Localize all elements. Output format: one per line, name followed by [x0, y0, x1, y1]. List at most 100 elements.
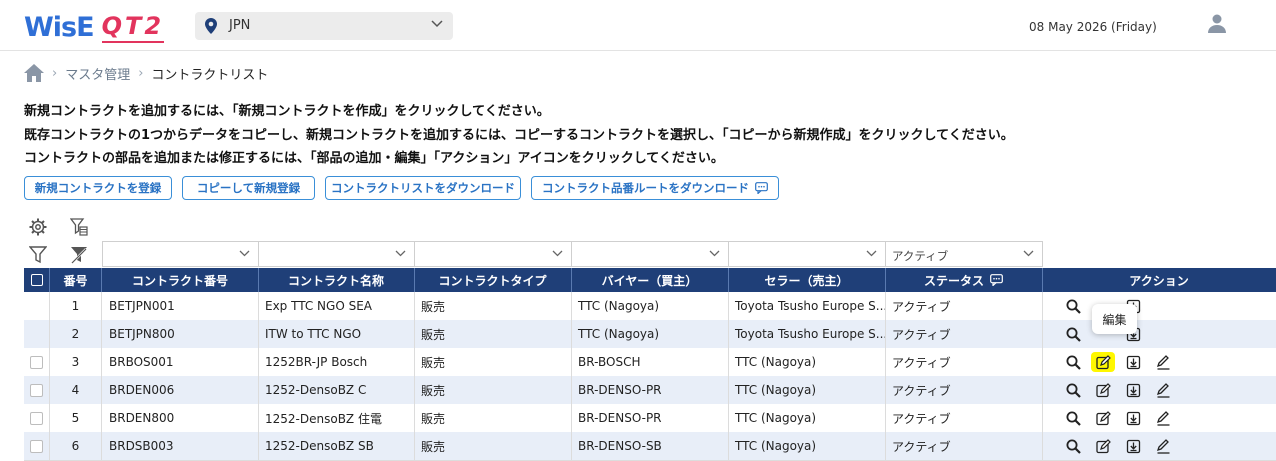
header-contract-code[interactable]: コントラクト番号: [102, 268, 259, 292]
cell-contract-code: BRBOS001: [102, 348, 259, 376]
filter-seller[interactable]: [728, 241, 886, 267]
select-all-checkbox[interactable]: [30, 274, 43, 286]
row-checkbox[interactable]: [30, 411, 43, 425]
download-button[interactable]: [1118, 435, 1148, 457]
download-list-button[interactable]: コントラクトリストをダウンロード: [325, 176, 521, 200]
table-row[interactable]: 1 BETJPN001 Exp TTC NGO SEA 販売 TTC (Nagoya) T…: [24, 292, 1276, 321]
view-button[interactable]: [1058, 407, 1088, 429]
download-icon: [1126, 355, 1140, 369]
home-icon[interactable]: [24, 64, 44, 82]
download-button[interactable]: [1118, 351, 1148, 373]
header-buyer[interactable]: バイヤー（買主）: [571, 268, 729, 292]
cell-actions: [1042, 292, 1276, 320]
view-button[interactable]: [1058, 295, 1088, 317]
comment-icon: [755, 182, 768, 194]
table-row[interactable]: 5 BRDEN800 1252-DensoBZ 住電 販売 BR-DENSO-PR TTC…: [24, 404, 1276, 433]
breadcrumb-separator: ›: [138, 65, 144, 81]
edit-parts-button[interactable]: [1088, 407, 1118, 429]
clear-filter-icon[interactable]: [70, 246, 88, 264]
download-route-label: コントラクト品番ルートをダウンロード: [542, 181, 749, 195]
chevron-down-icon: [239, 250, 250, 257]
user-icon[interactable]: [1208, 14, 1226, 34]
download-button[interactable]: [1118, 407, 1148, 429]
search-icon: [1066, 411, 1081, 426]
header-contract-name[interactable]: コントラクト名称: [258, 268, 415, 292]
view-button[interactable]: [1058, 379, 1088, 401]
search-icon: [1066, 439, 1081, 454]
row-select-cell: [24, 320, 50, 348]
header-status-label: ステータス: [923, 273, 984, 288]
cell-contract-type: 販売: [414, 320, 572, 348]
row-select-cell: [24, 432, 50, 460]
column-filter-icon[interactable]: [70, 218, 88, 236]
breadcrumb-current: コントラクトリスト: [151, 67, 269, 83]
view-button[interactable]: [1058, 351, 1088, 373]
header-status[interactable]: ステータス: [885, 268, 1043, 292]
search-icon: [1066, 383, 1081, 398]
breadcrumb: › マスタ管理 › コントラクトリスト: [24, 62, 268, 84]
cell-seller: TTC (Nagoya): [728, 348, 886, 376]
table-row[interactable]: 4 BRDEN006 1252-DensoBZ C 販売 BR-DENSO-PR TTC …: [24, 376, 1276, 405]
table-row[interactable]: 6 BRDSB003 1252-DensoBZ SB 販売 BR-DENSO-SB TTC…: [24, 432, 1276, 461]
header-action: アクション: [1129, 273, 1189, 288]
table-row[interactable]: 3 BRBOS001 1252BR-JP Bosch 販売 BR-BOSCH TTC (N…: [24, 348, 1276, 377]
row-checkbox[interactable]: [30, 355, 43, 369]
cell-buyer: BR-DENSO-PR: [571, 376, 729, 404]
cell-number: 1: [50, 292, 102, 320]
breadcrumb-master[interactable]: マスタ管理: [65, 64, 130, 83]
filter-status[interactable]: アクティブ: [885, 241, 1043, 267]
cell-number: 6: [50, 432, 102, 460]
app-logo[interactable]: WisE QT2: [24, 9, 165, 43]
view-button[interactable]: [1058, 323, 1088, 345]
select-all-cell: [24, 268, 50, 292]
new-contract-button[interactable]: 新規コントラクトを登録: [24, 176, 172, 200]
gear-icon[interactable]: [29, 218, 47, 236]
table-row[interactable]: 2 BETJPN800 ITW to TTC NGO 販売 TTC (Nagoya) To…: [24, 320, 1276, 349]
edit-parts-button[interactable]: [1088, 351, 1118, 373]
filter-contract-type[interactable]: [414, 241, 572, 267]
download-route-button[interactable]: コントラクト品番ルートをダウンロード: [531, 176, 779, 200]
cell-contract-type: 販売: [414, 404, 572, 432]
edit-icon: [1095, 354, 1111, 369]
edit-icon: [1095, 438, 1111, 453]
country-select[interactable]: JPN: [195, 12, 453, 40]
row-checkbox[interactable]: [30, 383, 43, 397]
cell-number: 2: [50, 320, 102, 348]
pencil-icon: [1156, 438, 1169, 454]
cell-buyer: BR-BOSCH: [571, 348, 729, 376]
filter-icon[interactable]: [29, 246, 47, 264]
header-seller[interactable]: セラー（売主）: [728, 268, 886, 292]
cell-seller: Toyota Tsusho Europe S...: [728, 320, 886, 348]
filter-contract-code[interactable]: [102, 241, 259, 267]
download-button[interactable]: [1118, 379, 1148, 401]
edit-button[interactable]: [1148, 407, 1178, 429]
cell-contract-type: 販売: [414, 292, 572, 320]
cell-contract-name: Exp TTC NGO SEA: [258, 292, 415, 320]
filter-buyer[interactable]: [571, 241, 729, 267]
row-select-cell: [24, 292, 50, 320]
cell-actions: [1042, 432, 1276, 460]
chevron-down-icon: [395, 250, 406, 257]
cell-actions: [1042, 404, 1276, 432]
edit-button[interactable]: [1148, 435, 1178, 457]
pencil-icon: [1156, 354, 1169, 370]
view-button[interactable]: [1058, 435, 1088, 457]
filter-contract-name[interactable]: [258, 241, 415, 267]
instruction-line-1: 新規コントラクトを追加するには、「新規コントラクトを作成」をクリックしてください…: [24, 104, 550, 119]
header-contract-type[interactable]: コントラクトタイプ: [414, 268, 572, 292]
cell-contract-name: 1252-DensoBZ SB: [258, 432, 415, 460]
edit-parts-button[interactable]: [1088, 379, 1118, 401]
top-bar: WisE QT2 JPN 08 May 2026 (Friday): [0, 0, 1276, 51]
edit-button[interactable]: [1148, 379, 1178, 401]
chevron-down-icon: [709, 250, 720, 257]
logo-qt: QT2: [101, 11, 165, 43]
edit-parts-button[interactable]: [1088, 435, 1118, 457]
header-number[interactable]: 番号: [50, 268, 102, 292]
cell-number: 4: [50, 376, 102, 404]
search-icon: [1066, 299, 1081, 314]
cell-number: 3: [50, 348, 102, 376]
edit-button[interactable]: [1148, 351, 1178, 373]
cell-contract-name: 1252-DensoBZ 住電: [258, 404, 415, 432]
copy-new-button[interactable]: コピーして新規登録: [182, 176, 315, 200]
row-checkbox[interactable]: [30, 439, 43, 453]
